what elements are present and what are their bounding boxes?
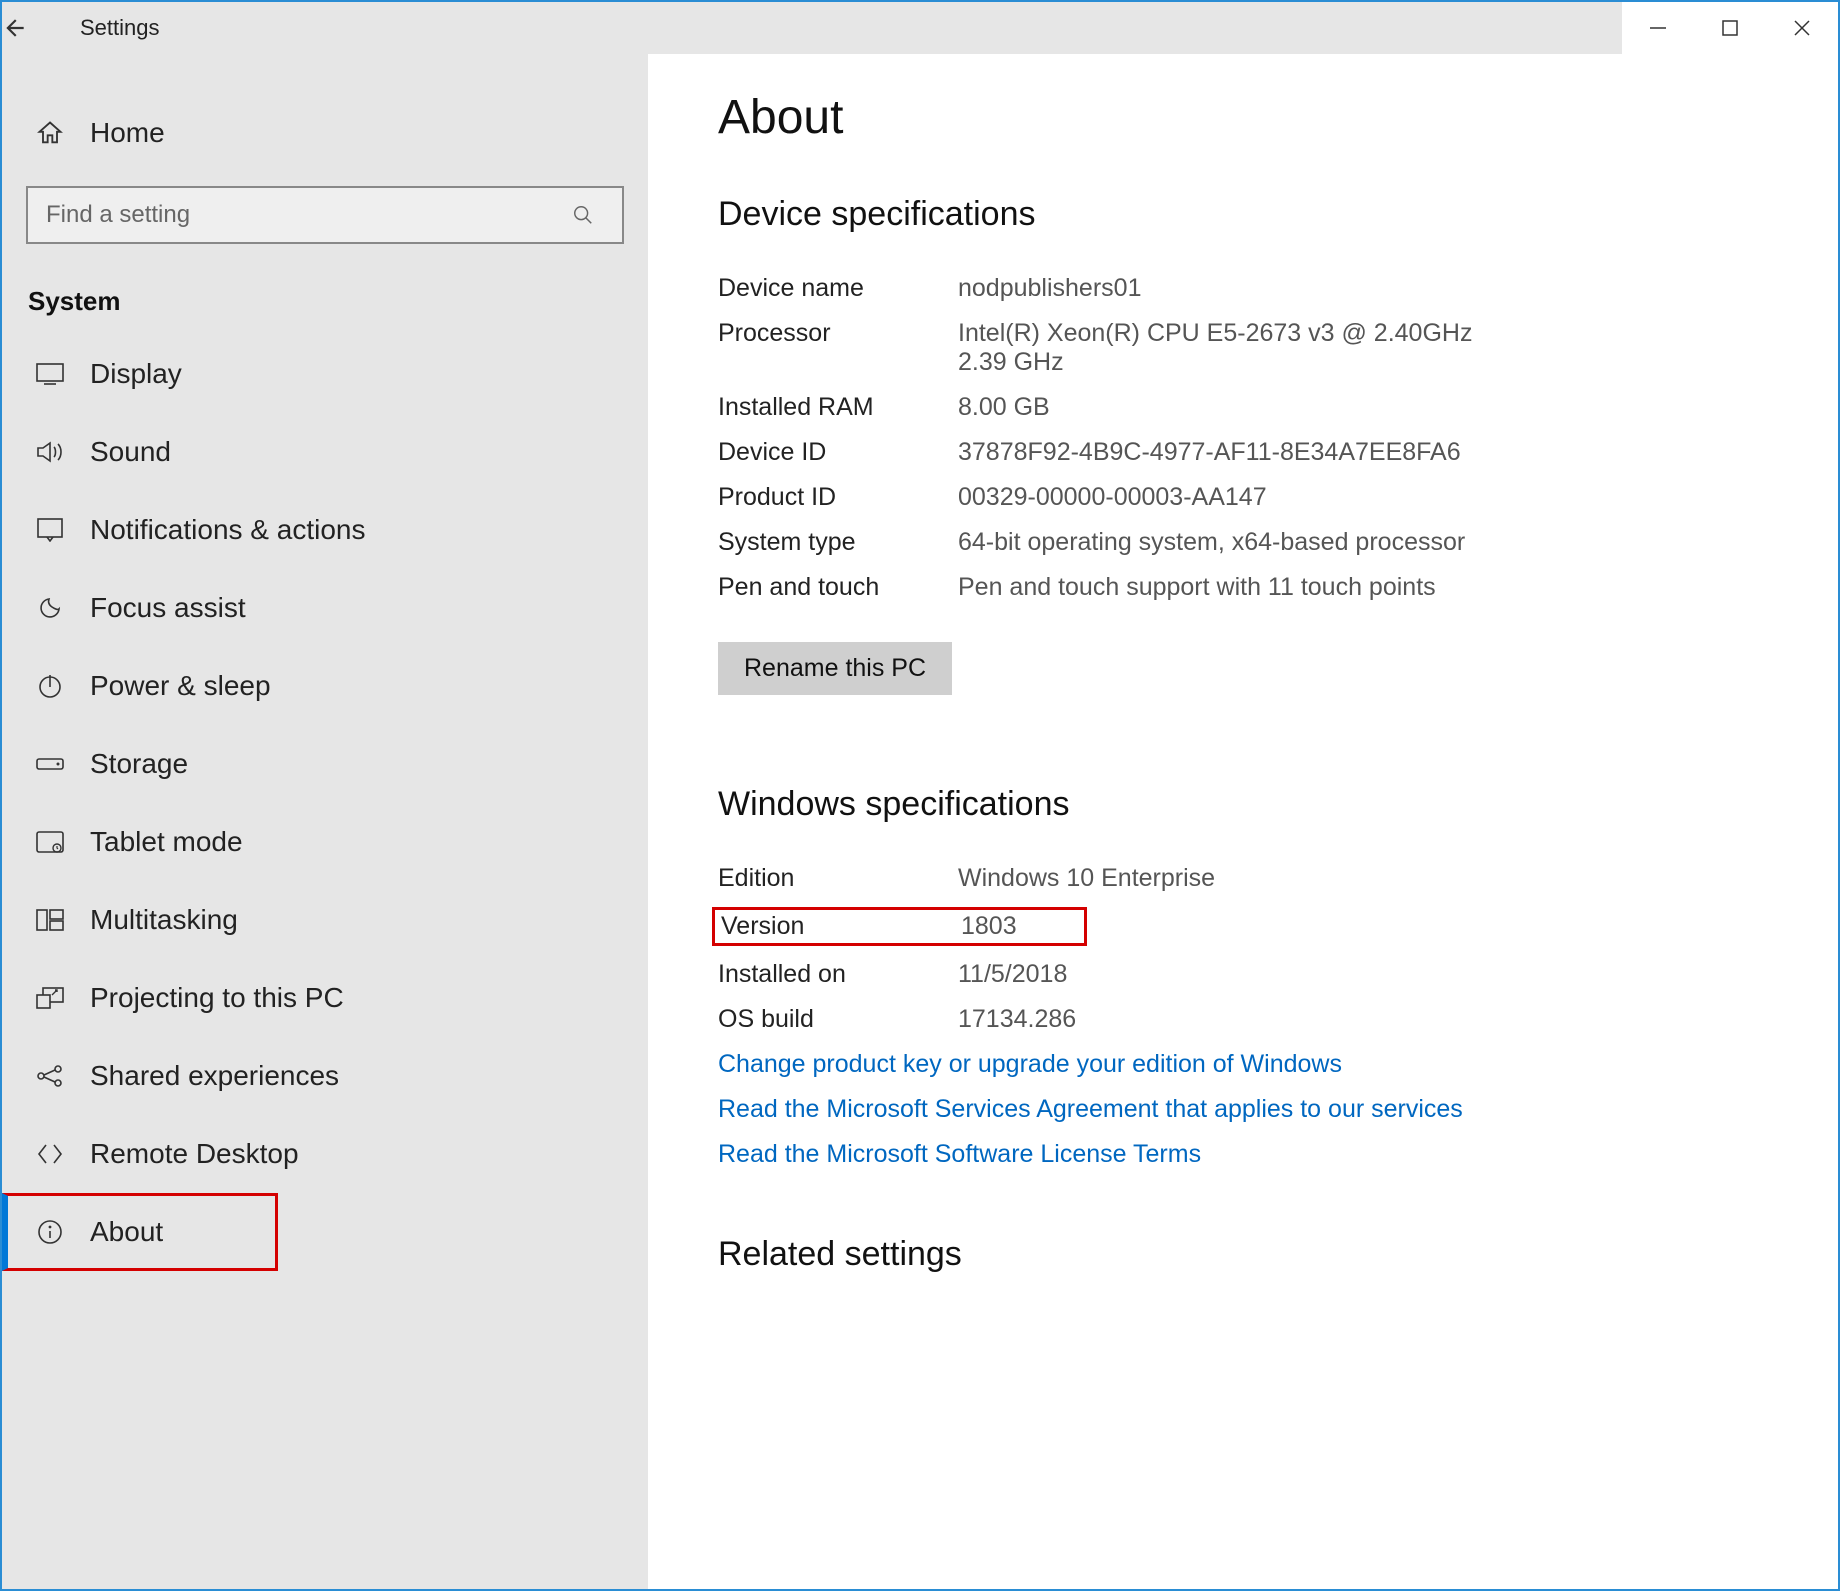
version-key: Version [721, 912, 961, 941]
installed-on-value: 11/5/2018 [958, 960, 1768, 989]
system-type-row: System type 64-bit operating system, x64… [718, 528, 1768, 557]
license-terms-link[interactable]: Read the Microsoft Software License Term… [718, 1140, 1768, 1169]
window-title: Settings [80, 15, 160, 41]
sidebar-item-label: Focus assist [90, 592, 246, 624]
pen-touch-row: Pen and touch Pen and touch support with… [718, 573, 1768, 602]
edition-row: Edition Windows 10 Enterprise [718, 864, 1768, 893]
os-build-key: OS build [718, 1005, 958, 1034]
search-input[interactable] [28, 188, 572, 242]
device-id-value: 37878F92-4B9C-4977-AF11-8E34A7EE8FA6 [958, 438, 1768, 467]
ram-row: Installed RAM 8.00 GB [718, 393, 1768, 422]
edition-value: Windows 10 Enterprise [958, 864, 1768, 893]
product-id-key: Product ID [718, 483, 958, 512]
sidebar-item-label: About [90, 1216, 163, 1248]
sound-icon [28, 440, 72, 464]
tablet-icon [28, 831, 72, 853]
minimize-icon [1649, 19, 1667, 37]
power-icon [28, 673, 72, 699]
title-bar: Settings [2, 2, 1838, 54]
sidebar-item-label: Shared experiences [90, 1060, 339, 1092]
sidebar-item-about[interactable]: About [2, 1193, 278, 1271]
sidebar-item-focus-assist[interactable]: Focus assist [2, 569, 648, 647]
installed-on-key: Installed on [718, 960, 958, 989]
related-settings-title: Related settings [718, 1235, 1768, 1274]
ram-key: Installed RAM [718, 393, 958, 422]
sidebar-item-remote-desktop[interactable]: Remote Desktop [2, 1115, 648, 1193]
sidebar-item-display[interactable]: Display [2, 335, 648, 413]
sidebar-item-shared-experiences[interactable]: Shared experiences [2, 1037, 648, 1115]
sidebar-home-label: Home [90, 117, 165, 149]
system-type-key: System type [718, 528, 958, 557]
search-icon [572, 204, 622, 226]
windows-spec-title: Windows specifications [718, 785, 1768, 824]
processor-key: Processor [718, 319, 958, 377]
version-value: 1803 [961, 912, 1078, 941]
sidebar-item-sound[interactable]: Sound [2, 413, 648, 491]
close-button[interactable] [1766, 2, 1838, 54]
sidebar-item-notifications[interactable]: Notifications & actions [2, 491, 648, 569]
ram-value: 8.00 GB [958, 393, 1768, 422]
back-arrow-icon [2, 15, 28, 41]
installed-on-row: Installed on 11/5/2018 [718, 960, 1768, 989]
sidebar-item-tablet-mode[interactable]: Tablet mode [2, 803, 648, 881]
page-title: About [718, 90, 1768, 145]
close-icon [1793, 19, 1811, 37]
change-product-key-link[interactable]: Change product key or upgrade your editi… [718, 1050, 1768, 1079]
maximize-button[interactable] [1694, 2, 1766, 54]
pen-touch-key: Pen and touch [718, 573, 958, 602]
sidebar-item-label: Multitasking [90, 904, 238, 936]
sidebar-item-label: Sound [90, 436, 171, 468]
sidebar-group-heading: System [2, 264, 648, 335]
about-icon [28, 1219, 72, 1245]
product-id-row: Product ID 00329-00000-00003-AA147 [718, 483, 1768, 512]
back-button[interactable] [2, 15, 62, 41]
main-content: About Device specifications Device name … [648, 54, 1838, 1589]
sidebar-item-label: Display [90, 358, 182, 390]
rename-pc-button[interactable]: Rename this PC [718, 642, 952, 695]
sidebar-item-label: Storage [90, 748, 188, 780]
os-build-row: OS build 17134.286 [718, 1005, 1768, 1034]
edition-key: Edition [718, 864, 958, 893]
processor-row: Processor Intel(R) Xeon(R) CPU E5-2673 v… [718, 319, 1768, 377]
focus-assist-icon [28, 595, 72, 621]
multitasking-icon [28, 909, 72, 931]
notifications-icon [28, 518, 72, 542]
device-id-row: Device ID 37878F92-4B9C-4977-AF11-8E34A7… [718, 438, 1768, 467]
shared-experiences-icon [28, 1064, 72, 1088]
display-icon [28, 363, 72, 385]
sidebar-item-power-sleep[interactable]: Power & sleep [2, 647, 648, 725]
sidebar-item-label: Power & sleep [90, 670, 271, 702]
sidebar-item-multitasking[interactable]: Multitasking [2, 881, 648, 959]
processor-value: Intel(R) Xeon(R) CPU E5-2673 v3 @ 2.40GH… [958, 319, 1518, 377]
window-controls [1622, 2, 1838, 54]
storage-icon [28, 755, 72, 773]
home-icon [28, 119, 72, 147]
device-spec-title: Device specifications [718, 195, 1768, 234]
device-name-row: Device name nodpublishers01 [718, 274, 1768, 303]
sidebar-item-storage[interactable]: Storage [2, 725, 648, 803]
sidebar-item-label: Notifications & actions [90, 514, 365, 546]
device-name-value: nodpublishers01 [958, 274, 1768, 303]
sidebar-item-label: Tablet mode [90, 826, 243, 858]
pen-touch-value: Pen and touch support with 11 touch poin… [958, 573, 1768, 602]
sidebar: Home System Display Sound Notifications … [2, 54, 648, 1589]
services-agreement-link[interactable]: Read the Microsoft Services Agreement th… [718, 1095, 1768, 1124]
search-box[interactable] [26, 186, 624, 244]
sidebar-item-label: Projecting to this PC [90, 982, 344, 1014]
sidebar-item-label: Remote Desktop [90, 1138, 299, 1170]
projecting-icon [28, 987, 72, 1009]
remote-desktop-icon [28, 1142, 72, 1166]
device-name-key: Device name [718, 274, 958, 303]
maximize-icon [1722, 20, 1738, 36]
minimize-button[interactable] [1622, 2, 1694, 54]
version-row: Version 1803 [718, 909, 1768, 944]
device-id-key: Device ID [718, 438, 958, 467]
sidebar-home[interactable]: Home [2, 94, 648, 172]
product-id-value: 00329-00000-00003-AA147 [958, 483, 1768, 512]
system-type-value: 64-bit operating system, x64-based proce… [958, 528, 1768, 557]
sidebar-item-projecting[interactable]: Projecting to this PC [2, 959, 648, 1037]
search-wrap [26, 186, 624, 244]
os-build-value: 17134.286 [958, 1005, 1768, 1034]
